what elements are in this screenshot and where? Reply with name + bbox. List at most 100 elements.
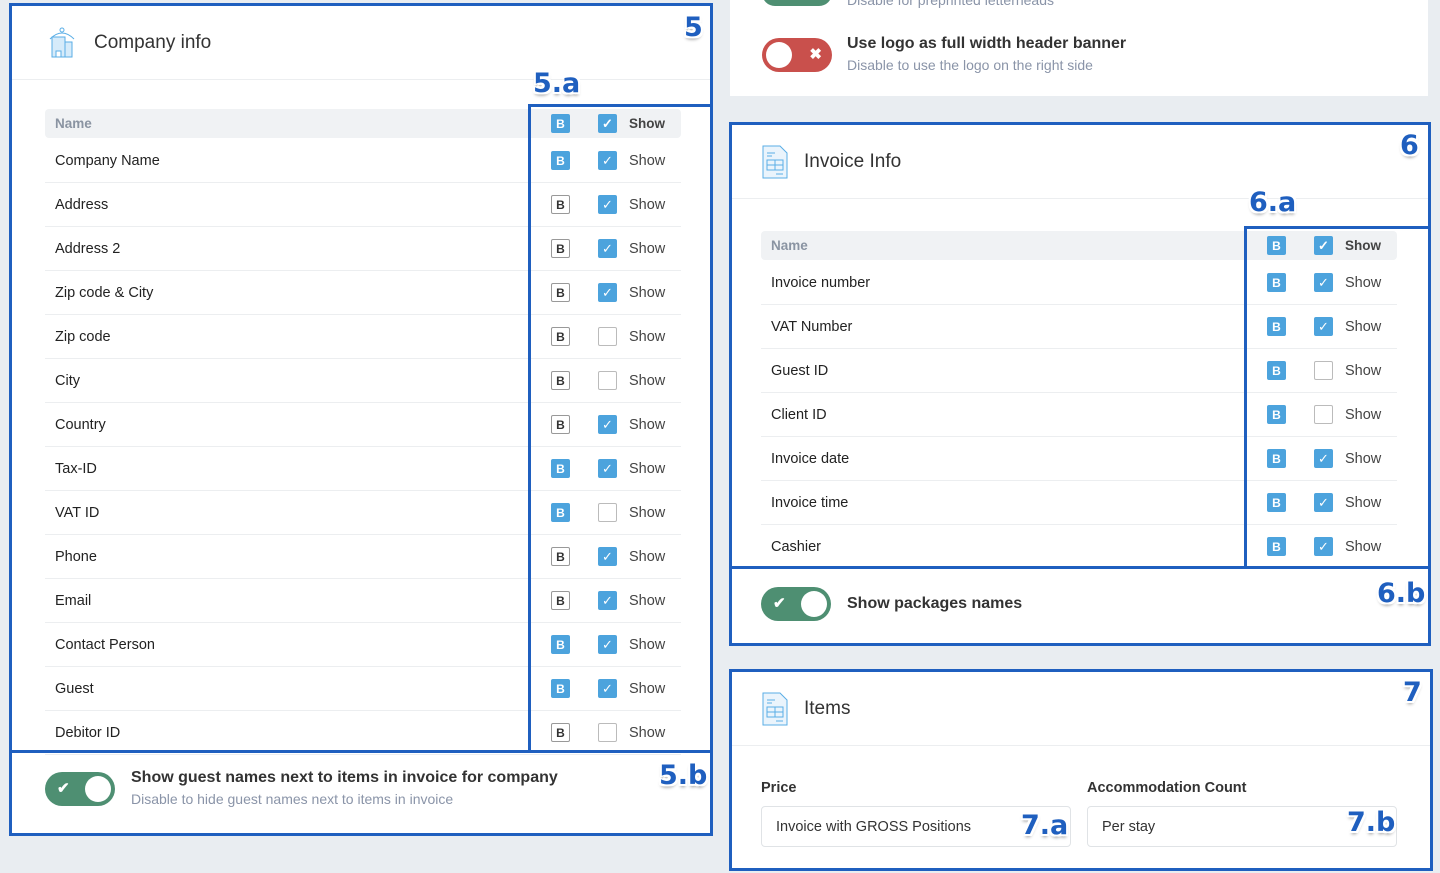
document-icon <box>762 145 788 178</box>
show-checkbox[interactable]: ✓ <box>1314 493 1333 512</box>
bold-toggle[interactable]: B <box>551 151 570 170</box>
show-checkbox[interactable]: ✓ <box>1314 537 1333 556</box>
show-checkbox[interactable] <box>598 327 617 346</box>
bold-toggle[interactable]: B <box>551 371 570 390</box>
bold-toggle[interactable]: B <box>551 327 570 346</box>
guest-names-toggle[interactable]: ✔ <box>45 772 115 806</box>
show-checkbox[interactable]: ✓ <box>598 114 617 133</box>
bold-toggle[interactable]: B <box>551 195 570 214</box>
table-row: Client ID B Show <box>761 393 1397 437</box>
check-icon: ✔ <box>57 780 70 797</box>
field-name: Contact Person <box>55 636 155 653</box>
show-checkbox[interactable] <box>1314 405 1333 424</box>
field-name: Client ID <box>771 406 827 423</box>
show-checkbox[interactable]: ✓ <box>598 547 617 566</box>
bold-toggle[interactable]: B <box>551 547 570 566</box>
bold-toggle[interactable]: B <box>1267 361 1286 380</box>
header-options-card: Disable for preprinted letterheads ✖ Use… <box>730 0 1428 96</box>
check-icon: ✓ <box>602 284 613 300</box>
show-checkbox[interactable]: ✓ <box>598 415 617 434</box>
bold-toggle[interactable]: B <box>551 114 570 133</box>
table-row: Guest B ✓ Show <box>45 667 681 711</box>
show-checkbox[interactable]: ✓ <box>598 635 617 654</box>
bold-toggle[interactable]: B <box>551 591 570 610</box>
x-icon: ✖ <box>809 46 822 63</box>
field-name: Phone <box>55 548 97 565</box>
annotation-label-5: 5 <box>684 12 703 43</box>
bold-toggle[interactable]: B <box>1267 493 1286 512</box>
field-name: Email <box>55 592 92 609</box>
table-row: VAT ID B Show <box>45 491 681 535</box>
price-label: Price <box>761 780 797 796</box>
show-checkbox[interactable] <box>598 503 617 522</box>
show-checkbox[interactable]: ✓ <box>1314 273 1333 292</box>
show-label: Show <box>1345 406 1382 423</box>
check-icon: ✓ <box>602 592 613 608</box>
items-card: Items Price Invoice with GROSS Positions… <box>732 672 1430 868</box>
show-checkbox[interactable]: ✓ <box>598 459 617 478</box>
packages-names-toggle[interactable]: ✔ <box>761 587 831 621</box>
company-info-title: Company info <box>94 31 212 53</box>
field-name: Invoice time <box>771 494 849 511</box>
show-checkbox[interactable]: ✓ <box>598 151 617 170</box>
bold-toggle[interactable]: B <box>1267 273 1286 292</box>
table-header: Name B ✓ Show <box>761 231 1397 260</box>
show-checkbox[interactable]: ✓ <box>1314 317 1333 336</box>
bold-toggle[interactable]: B <box>551 503 570 522</box>
show-label: Show <box>1345 494 1382 511</box>
bold-toggle[interactable]: B <box>1267 236 1286 255</box>
bold-toggle[interactable]: B <box>1267 317 1286 336</box>
annotation-label-7: 7 <box>1403 677 1422 708</box>
field-name: Name <box>55 116 92 131</box>
field-name: Zip code & City <box>55 284 154 301</box>
show-label: Show <box>629 504 666 521</box>
check-icon: ✓ <box>1318 538 1329 554</box>
show-checkbox[interactable]: ✓ <box>1314 449 1333 468</box>
bold-toggle[interactable]: B <box>551 723 570 742</box>
logo-banner-toggle[interactable]: ✖ <box>762 38 832 72</box>
field-name: Debitor ID <box>55 724 121 741</box>
show-label: Show <box>1345 538 1382 555</box>
table-row: VAT Number B ✓ Show <box>761 305 1397 349</box>
invoice-info-card: Invoice Info Name B ✓ Show Invoice number… <box>732 125 1428 643</box>
show-label: Show <box>629 724 666 741</box>
show-checkbox[interactable]: ✓ <box>1314 236 1333 255</box>
field-name: Tax-ID <box>55 460 97 477</box>
bold-toggle[interactable]: B <box>551 635 570 654</box>
show-checkbox[interactable]: ✓ <box>598 591 617 610</box>
check-icon: ✓ <box>1318 318 1329 334</box>
table-row: Zip code & City B ✓ Show <box>45 271 681 315</box>
building-icon <box>49 27 75 57</box>
show-checkbox[interactable]: ✓ <box>598 195 617 214</box>
company-info-card: Company info Name B ✓ Show Company Name B… <box>12 6 710 833</box>
bold-toggle[interactable]: B <box>551 283 570 302</box>
show-checkbox[interactable] <box>598 723 617 742</box>
check-icon: ✓ <box>1318 274 1329 290</box>
show-checkbox[interactable] <box>598 371 617 390</box>
check-icon: ✓ <box>602 115 613 131</box>
field-name: Country <box>55 416 106 433</box>
bold-toggle[interactable]: B <box>551 239 570 258</box>
invoice-info-header: Invoice Info <box>732 125 1428 199</box>
show-checkbox[interactable] <box>1314 361 1333 380</box>
field-name: Invoice number <box>771 274 871 291</box>
show-checkbox[interactable]: ✓ <box>598 283 617 302</box>
table-row: Zip code B Show <box>45 315 681 359</box>
bold-toggle[interactable]: B <box>551 679 570 698</box>
field-name: Guest <box>55 680 94 697</box>
bold-toggle[interactable]: B <box>1267 405 1286 424</box>
bold-toggle[interactable]: B <box>551 415 570 434</box>
annotation-label-5b: 5.b <box>659 760 708 791</box>
table-header: Name B ✓ Show <box>45 109 681 138</box>
table-row: Address 2 B ✓ Show <box>45 227 681 271</box>
bold-toggle[interactable]: B <box>1267 449 1286 468</box>
bold-toggle[interactable]: B <box>551 459 570 478</box>
show-label: Show <box>1345 238 1381 253</box>
show-checkbox[interactable]: ✓ <box>598 679 617 698</box>
company-info-header: Company info <box>12 6 710 80</box>
letterhead-toggle[interactable] <box>762 0 832 6</box>
show-label: Show <box>1345 274 1382 291</box>
show-checkbox[interactable]: ✓ <box>598 239 617 258</box>
show-label: Show <box>629 416 666 433</box>
bold-toggle[interactable]: B <box>1267 537 1286 556</box>
